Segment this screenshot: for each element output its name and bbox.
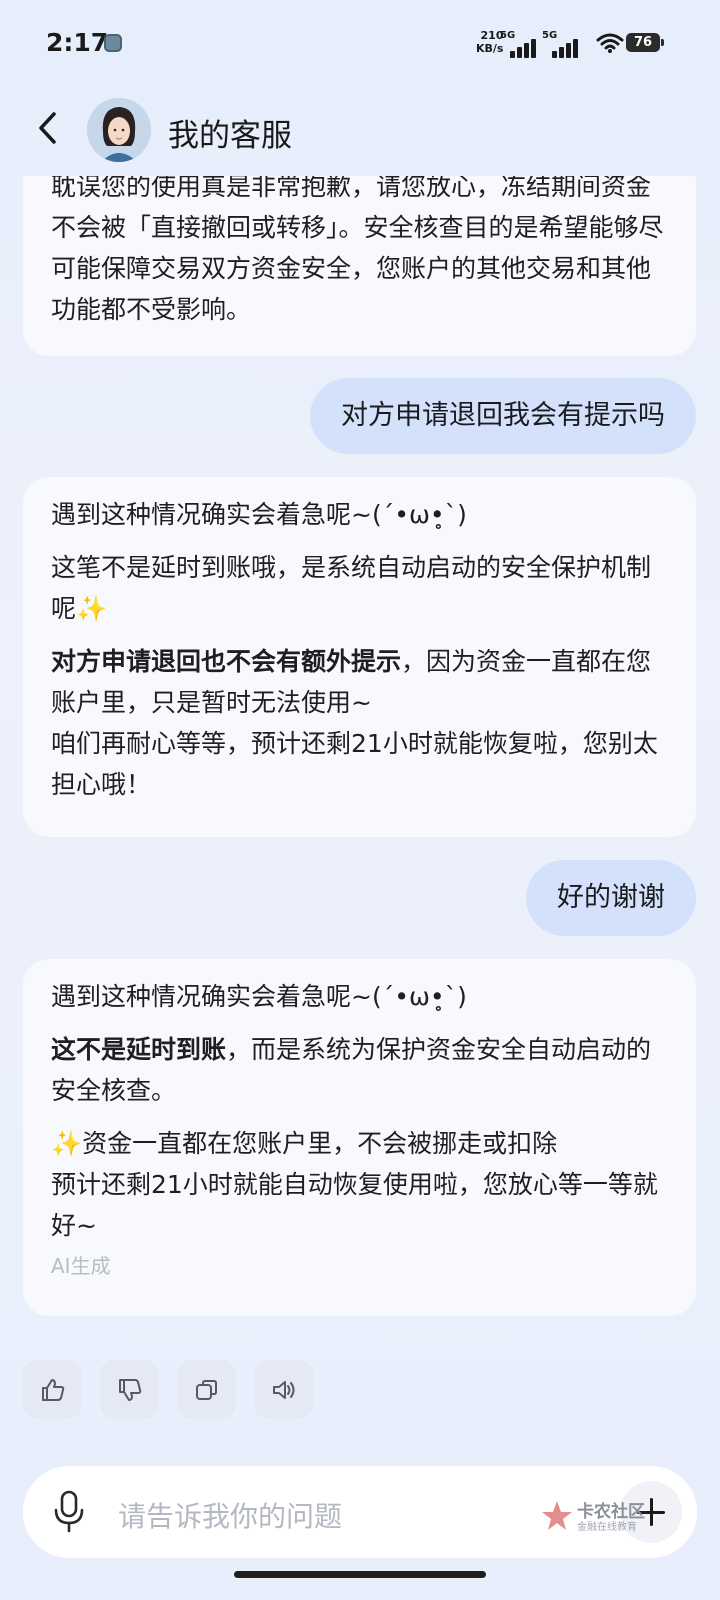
thumbs-down-icon	[118, 1378, 141, 1401]
page-title: 我的客服	[168, 118, 292, 154]
message-text: 对方申请退回也不会有额外提示，因为资金一直都在您账户里，只是暂时无法使用~	[51, 647, 652, 717]
wifi-icon	[596, 33, 624, 53]
user-message: 对方申请退回我会有提示吗	[310, 378, 696, 454]
back-button[interactable]	[30, 108, 70, 148]
user-message: 好的谢谢	[526, 860, 696, 936]
emphasis-text: 对方申请退回也不会有额外提示	[51, 647, 402, 676]
status-bar: 2:17 210 KB/s 5G 5G 76	[0, 0, 720, 88]
ai-generated-label: AI生成	[51, 1254, 111, 1278]
message-text: 这不是延时到账，而是系统为保护资金安全自动启动的安全核查。	[51, 1035, 652, 1105]
message-text: 这笔不是延时到账哦，是系统自动启动的安全保护机制呢✨	[51, 553, 652, 623]
message-text: 遇到这种情况确实会着急呢~(´•ω•̥`)	[51, 982, 467, 1011]
watermark-logo-icon	[542, 1501, 572, 1530]
copy-icon	[195, 1379, 217, 1400]
status-time: 2:17	[46, 28, 109, 57]
voice-input-button[interactable]	[51, 1490, 87, 1538]
home-indicator[interactable]	[234, 1571, 486, 1578]
message-text: 耽误您的使用真是非常抱歉，请您放心，冻结期间资金不会被「直接撤回或转移」。安全核…	[51, 176, 664, 324]
chat-header: 我的客服	[0, 90, 720, 176]
watermark: 卡农社区 金融在线教育	[540, 1497, 680, 1537]
like-button[interactable]	[23, 1360, 82, 1419]
copy-button[interactable]	[177, 1360, 236, 1419]
app-notification-icon	[104, 34, 122, 52]
message-text: 预计还剩21小时就能自动恢复使用啦，您放心等一等就好~	[51, 1170, 658, 1240]
agent-avatar-icon	[87, 98, 151, 162]
battery-indicator: 76	[626, 33, 664, 52]
bot-message: 遇到这种情况确实会着急呢~(´•ω•̥`) 这不是延时到账，而是系统为保护资金安…	[23, 959, 696, 1316]
thumbs-up-icon	[41, 1378, 64, 1401]
message-text: 遇到这种情况确实会着急呢~(´•ω•̥`)	[51, 500, 467, 529]
bot-message: 耽误您的使用真是非常抱歉，请您放心，冻结期间资金不会被「直接撤回或转移」。安全核…	[23, 176, 696, 356]
message-text: ✨资金一直都在您账户里，不会被挪走或扣除	[51, 1129, 558, 1158]
chevron-left-icon	[39, 112, 56, 144]
emphasis-text: 这不是延时到账	[51, 1035, 227, 1064]
message-input[interactable]: 请告诉我你的问题	[118, 1495, 342, 1535]
chat-message-list[interactable]: 耽误您的使用真是非常抱歉，请您放心，冻结期间资金不会被「直接撤回或转移」。安全核…	[0, 176, 720, 1416]
read-aloud-button[interactable]	[254, 1360, 313, 1419]
microphone-icon	[54, 1490, 84, 1533]
avatar[interactable]	[87, 98, 151, 162]
message-text: 咱们再耐心等等，预计还剩21小时就能恢复啦，您别太担心哦！	[51, 729, 658, 799]
speaker-icon	[272, 1380, 294, 1399]
dislike-button[interactable]	[100, 1360, 159, 1419]
bot-message: 遇到这种情况确实会着急呢~(´•ω•̥`) 这笔不是延时到账哦，是系统自动启动的…	[23, 477, 696, 837]
